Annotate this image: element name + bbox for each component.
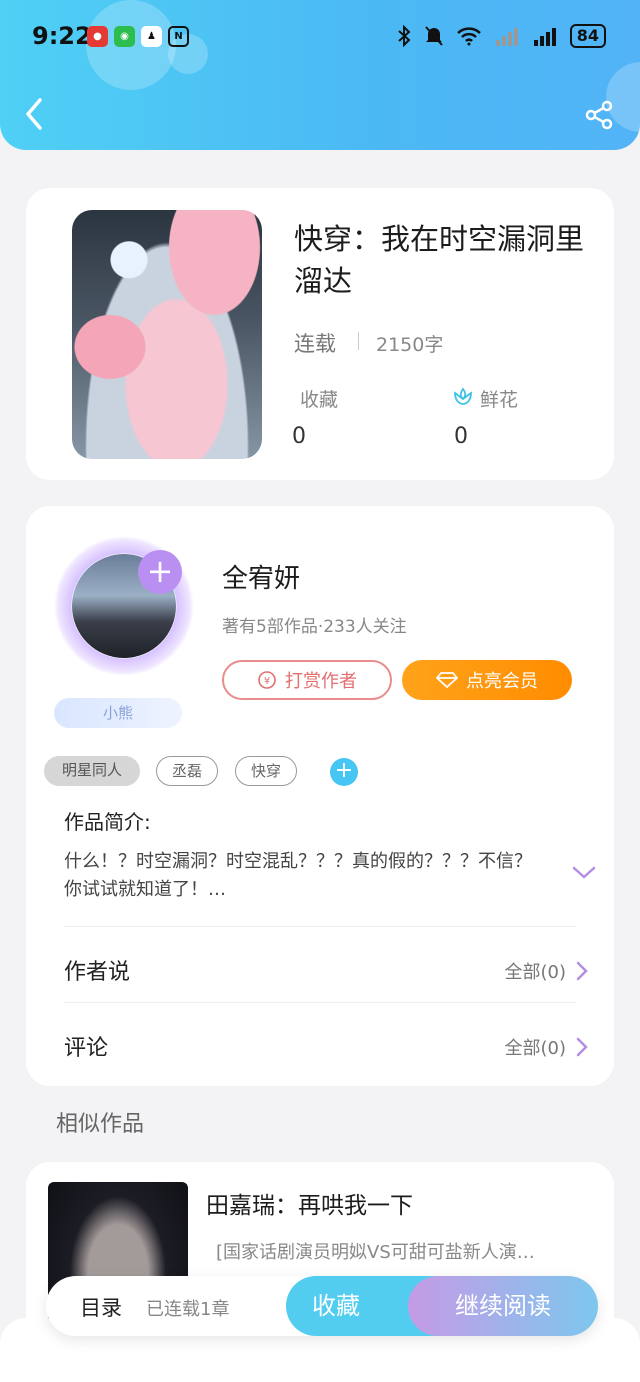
- author-meta: 著有5部作品·233人关注: [222, 617, 407, 637]
- book-detail-page: 9:22 ● ◉ ♟ N 84 快穿：我在时空漏洞里溜达 连载 2150字 收藏…: [0, 0, 640, 1382]
- similar-work-desc: [国家话剧演员明姒VS可甜可盐新人演…: [216, 1242, 535, 1263]
- wechat-icon: ◉: [114, 26, 135, 47]
- chevron-right-icon: [576, 961, 588, 981]
- reward-author-button[interactable]: ¥ 打赏作者: [222, 660, 392, 700]
- reward-author-label: 打赏作者: [285, 671, 357, 692]
- comments-label[interactable]: 评论: [64, 1030, 108, 1062]
- bottom-action-bar: 目录 已连载1章 收藏 继续阅读: [46, 1276, 598, 1336]
- coin-icon: ¥: [258, 671, 276, 689]
- author-says-label[interactable]: 作者说: [64, 954, 130, 986]
- wifi-icon: [456, 27, 481, 46]
- author-says-link[interactable]: 全部(0): [505, 958, 589, 984]
- intro-text: 什么！？时空漏洞？时空混乱？？？真的假的？？？不信？你试试就知道了！…: [64, 851, 532, 900]
- header: 9:22 ● ◉ ♟ N 84: [0, 0, 640, 150]
- toc-button[interactable]: 目录: [80, 1292, 122, 1322]
- tag-item[interactable]: 快穿: [235, 756, 297, 786]
- flower-icon: [454, 387, 472, 405]
- signal-icon: [533, 28, 556, 46]
- divider: [64, 1002, 576, 1003]
- vip-button[interactable]: 点亮会员: [402, 660, 572, 700]
- favorites-label: 收藏: [300, 389, 339, 411]
- intro-title: 作品简介:: [64, 810, 151, 834]
- divider: [358, 332, 359, 350]
- follow-plus-button[interactable]: +: [138, 550, 182, 594]
- similar-work-title: 田嘉瑞：再哄我一下: [206, 1193, 413, 1219]
- battery-level: 84: [569, 24, 606, 48]
- expand-chevron-icon[interactable]: [572, 866, 596, 880]
- signal-weak-icon: [495, 28, 518, 46]
- system-icons: 84: [396, 24, 606, 48]
- status-time: 9:22: [32, 22, 92, 50]
- author-name[interactable]: 全宥妍: [222, 558, 300, 595]
- chevron-right-icon: [576, 1037, 588, 1057]
- bluetooth-icon: [398, 25, 411, 47]
- nfc-icon: N: [168, 26, 189, 47]
- comments-all: 全部(0): [504, 1038, 567, 1059]
- mute-icon: [424, 26, 443, 46]
- vip-label: 点亮会员: [466, 671, 538, 692]
- divider: [64, 926, 576, 927]
- favorites-count: 0: [292, 424, 306, 449]
- author-card: + 小熊 全宥妍 著有5部作品·233人关注 ¥ 打赏作者 点亮会员 明星同人 …: [26, 506, 614, 1086]
- share-button[interactable]: [584, 100, 614, 130]
- book-status: 连载: [294, 332, 336, 356]
- add-tag-button[interactable]: +: [330, 758, 358, 786]
- book-cover[interactable]: [72, 210, 262, 459]
- book-info-card: 快穿：我在时空漏洞里溜达 连载 2150字 收藏 0 鲜花 0: [26, 188, 614, 480]
- diamond-icon: [436, 672, 458, 688]
- continue-reading-button[interactable]: 继续阅读: [408, 1276, 598, 1336]
- tag-item[interactable]: 丞磊: [156, 756, 218, 786]
- svg-text:¥: ¥: [264, 676, 270, 687]
- qq-icon: ♟: [141, 26, 162, 47]
- book-word-count: 2150字: [376, 334, 444, 356]
- tag-item[interactable]: 明星同人: [44, 756, 140, 786]
- status-bar: 9:22 ● ◉ ♟ N 84: [0, 0, 640, 72]
- meituan-icon: ●: [87, 26, 108, 47]
- notification-icons: ● ◉ ♟ N: [87, 26, 189, 47]
- author-says-all: 全部(0): [504, 962, 567, 983]
- flowers-count: 0: [454, 424, 468, 449]
- similar-section-title: 相似作品: [56, 1112, 145, 1137]
- flowers-label: 鲜花: [480, 389, 519, 411]
- back-button[interactable]: [22, 96, 46, 132]
- book-title: 快穿：我在时空漏洞里溜达: [294, 222, 585, 298]
- toc-status: 已连载1章: [146, 1299, 230, 1320]
- comments-link[interactable]: 全部(0): [505, 1034, 589, 1060]
- author-badge: 小熊: [54, 698, 182, 728]
